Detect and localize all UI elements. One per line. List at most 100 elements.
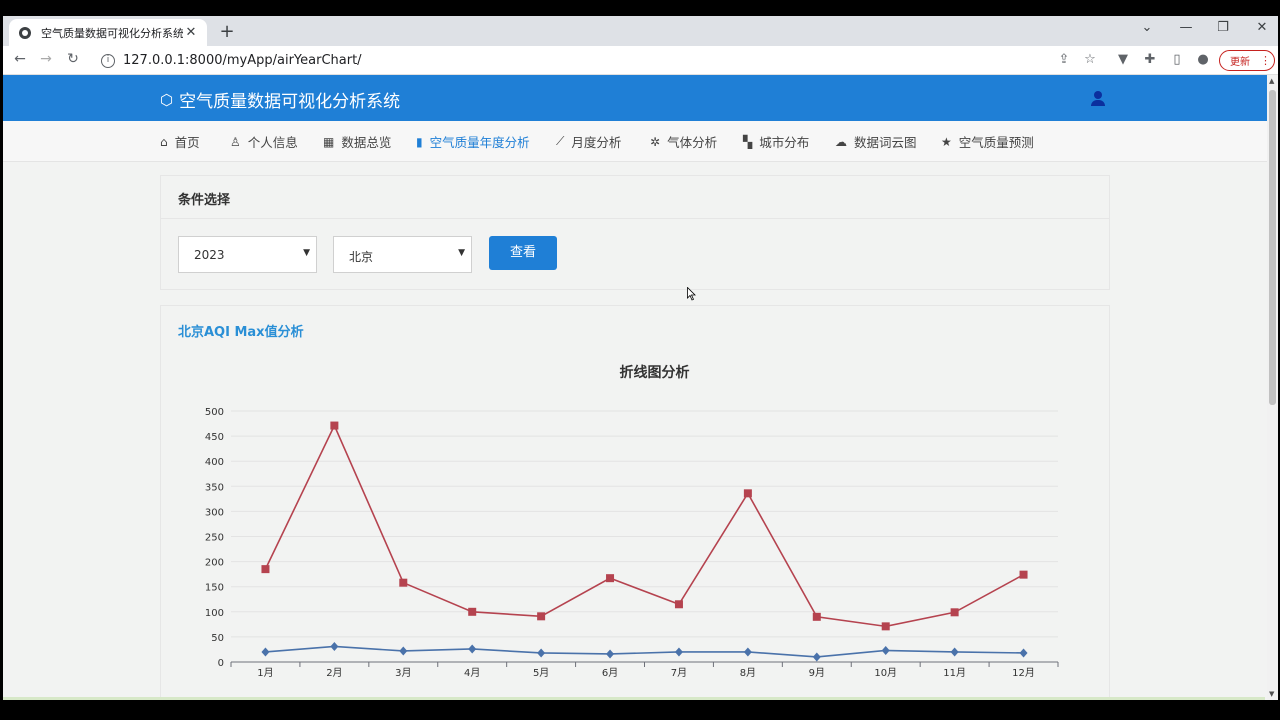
filter-card: 条件选择 2023 ▼ 北京 ▼ 查看 xyxy=(160,175,1110,290)
view-button[interactable]: 查看 xyxy=(489,236,557,270)
data-point xyxy=(950,647,959,657)
x-tick-label: 12月 xyxy=(1012,667,1035,679)
extensions-puzzle-icon[interactable]: ✚ xyxy=(1141,52,1159,67)
gas-icon: ✲ xyxy=(650,134,661,149)
data-point xyxy=(881,622,890,631)
city-select[interactable]: 北京 ▼ xyxy=(333,236,472,273)
x-tick-label: 8月 xyxy=(740,667,756,679)
nav-item-wordcloud[interactable]: ☁ 数据词云图 xyxy=(835,121,917,162)
nav-item-label: 数据总览 xyxy=(341,135,392,150)
tab-search-icon[interactable]: ⌄ xyxy=(1137,20,1157,35)
y-tick-label: 100 xyxy=(205,608,224,619)
nav-item-yearly-analysis[interactable]: ▮ 空气质量年度分析 xyxy=(416,121,530,162)
scrollbar-thumb[interactable] xyxy=(1269,90,1276,405)
x-tick-label: 7月 xyxy=(671,667,687,679)
back-icon[interactable]: ← xyxy=(10,51,30,67)
data-point xyxy=(1019,570,1028,579)
y-tick-label: 500 xyxy=(205,407,224,418)
data-point xyxy=(950,608,959,617)
y-tick-label: 400 xyxy=(205,457,224,468)
y-tick-label: 350 xyxy=(205,482,224,493)
page-content: ⬡ 空气质量数据可视化分析系统 ⌂ 首页 ♙ 个人信息 ▦ 数据总览 ▮ 空气质… xyxy=(3,75,1267,700)
series-line xyxy=(264,423,1024,628)
nav-item-overview[interactable]: ▦ 数据总览 xyxy=(323,121,391,162)
line-chart: 折线图分析 0 50 100 150 200 250 300 350 400 450 500 1月 2月 3… xyxy=(205,364,1059,679)
nav-item-home[interactable]: ⌂ 首页 xyxy=(160,121,200,162)
chart-title: 折线图分析 xyxy=(620,364,690,381)
browser-toolbar: ← → ↻ i 127.0.0.1:8000/myApp/airYearChar… xyxy=(3,46,1278,75)
year-select[interactable]: 2023 ▼ xyxy=(178,236,317,273)
x-tick-label: 3月 xyxy=(395,667,411,679)
chevron-down-icon: ▼ xyxy=(458,248,465,258)
nav-item-prediction[interactable]: ★ 空气质量预测 xyxy=(941,121,1034,162)
close-tab-icon[interactable]: ✕ xyxy=(183,25,199,40)
cloud-icon: ☁ xyxy=(835,134,847,149)
brand-title: 空气质量数据可视化分析系统 xyxy=(179,92,401,112)
nav-item-city-distribution[interactable]: ▚ 城市分布 xyxy=(743,121,809,162)
nav-item-monthly-analysis[interactable]: ⟋ 月度分析 xyxy=(556,121,621,162)
globe-icon xyxy=(19,26,31,39)
bookmark-star-icon[interactable]: ☆ xyxy=(1081,52,1099,67)
vue-extension-icon[interactable]: ▼ xyxy=(1114,52,1132,67)
data-point xyxy=(468,607,477,616)
data-point xyxy=(261,565,270,574)
data-point xyxy=(743,489,752,498)
data-point xyxy=(606,574,615,583)
scroll-up-icon[interactable]: ▲ xyxy=(1269,77,1274,85)
series-line xyxy=(265,645,1024,658)
data-point xyxy=(468,644,477,654)
restore-icon[interactable]: ❐ xyxy=(1213,20,1233,35)
screen-frame: 空气质量数据可视化分析系统 ✕ + ⌄ — ❐ ✕ ← → ↻ i 127.0.… xyxy=(0,0,1280,720)
main-nav: ⌂ 首页 ♙ 个人信息 ▦ 数据总览 ▮ 空气质量年度分析 ⟋ 月度分析 ✲ 气… xyxy=(3,121,1267,162)
nav-item-profile[interactable]: ♙ 个人信息 xyxy=(230,121,298,162)
data-point xyxy=(743,647,752,657)
x-tick-label: 9月 xyxy=(809,667,825,679)
reload-icon[interactable]: ↻ xyxy=(63,51,83,67)
window-close-icon[interactable]: ✕ xyxy=(1252,20,1272,35)
page-scrollbar[interactable]: ▲ ▼ xyxy=(1267,75,1278,700)
table-icon: ▦ xyxy=(323,134,335,149)
new-tab-button[interactable]: + xyxy=(217,21,237,42)
nav-item-label: 首页 xyxy=(174,135,200,150)
x-tick-label: 10月 xyxy=(874,667,897,679)
share-icon[interactable]: ⇪ xyxy=(1055,52,1073,67)
nav-item-label: 气体分析 xyxy=(667,135,718,150)
user-icon[interactable] xyxy=(1091,91,1105,107)
chart-card-title: 北京AQI Max值分析 xyxy=(178,325,304,340)
person-icon: ♙ xyxy=(230,134,241,149)
star-icon: ★ xyxy=(941,134,952,149)
y-tick-label: 200 xyxy=(205,558,224,569)
nav-item-label: 月度分析 xyxy=(571,135,622,150)
x-tick-label: 1月 xyxy=(257,667,273,679)
browser-tab[interactable]: 空气质量数据可视化分析系统 ✕ xyxy=(9,19,207,46)
x-tick-label: 4月 xyxy=(464,667,480,679)
data-point xyxy=(537,612,546,621)
y-tick-label: 150 xyxy=(205,583,224,594)
y-tick-label: 50 xyxy=(211,633,224,644)
map-icon: ▚ xyxy=(743,134,753,149)
data-point xyxy=(399,646,408,656)
y-tick-label: 0 xyxy=(218,658,224,669)
address-bar[interactable]: i 127.0.0.1:8000/myApp/airYearChart/ xyxy=(93,49,1213,72)
site-info-icon[interactable]: i xyxy=(101,53,115,68)
profile-icon[interactable]: ● xyxy=(1194,52,1212,67)
brand[interactable]: ⬡ 空气质量数据可视化分析系统 xyxy=(160,87,401,113)
update-label: 更新 xyxy=(1230,57,1250,68)
update-button[interactable]: 更新 ⋮ xyxy=(1219,50,1275,71)
data-point xyxy=(537,648,546,658)
scroll-down-icon[interactable]: ▼ xyxy=(1269,690,1274,698)
side-panel-icon[interactable]: ▯ xyxy=(1168,52,1186,67)
nav-item-label: 城市分布 xyxy=(759,135,810,150)
tab-bar: 空气质量数据可视化分析系统 ✕ + ⌄ — ❐ ✕ xyxy=(3,16,1278,46)
x-tick-label: 11月 xyxy=(943,667,966,679)
data-point xyxy=(399,578,408,587)
bottom-strip xyxy=(3,697,1265,700)
minimize-icon[interactable]: — xyxy=(1176,20,1196,35)
more-menu-icon[interactable]: ⋮ xyxy=(1260,54,1271,67)
data-point xyxy=(674,647,683,657)
forward-icon[interactable]: → xyxy=(36,51,56,67)
nav-item-gas-analysis[interactable]: ✲ 气体分析 xyxy=(650,121,717,162)
data-point xyxy=(606,649,615,659)
cube-icon: ⬡ xyxy=(160,90,174,109)
browser-window: 空气质量数据可视化分析系统 ✕ + ⌄ — ❐ ✕ ← → ↻ i 127.0.… xyxy=(3,16,1278,700)
